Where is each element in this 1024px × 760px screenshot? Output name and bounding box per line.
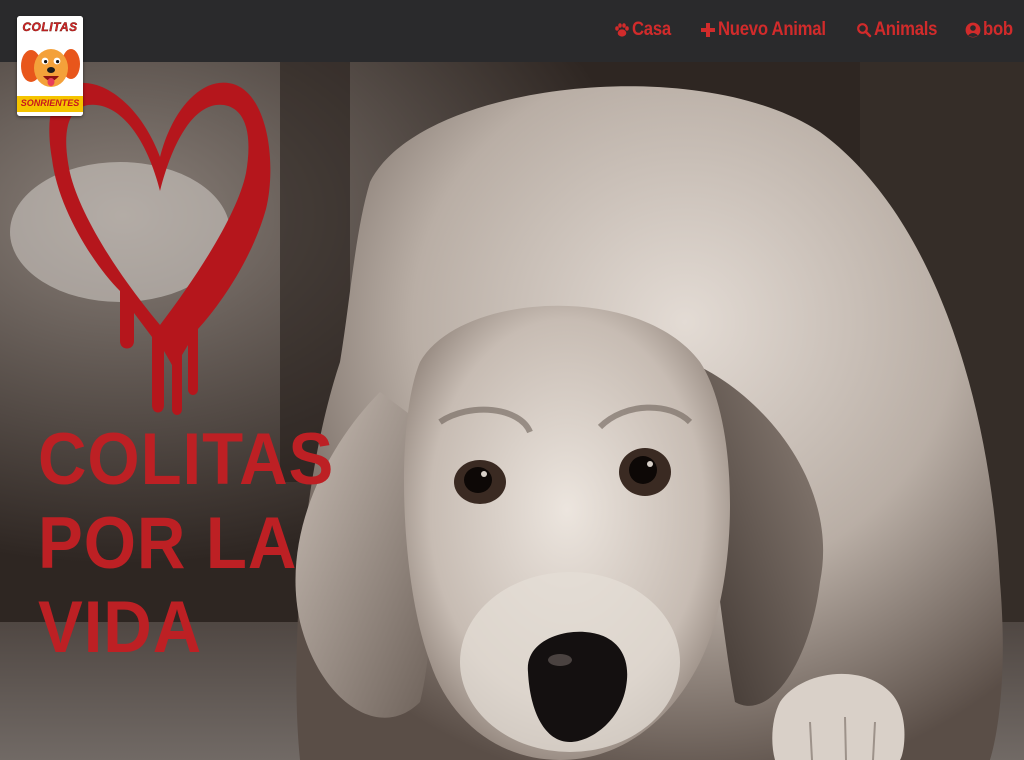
- nav-new-animal-link[interactable]: Nuevo Animal: [700, 19, 826, 41]
- nav-user-label: bob: [983, 19, 1013, 40]
- hero-banner: COLITAS POR LA VIDA: [0, 62, 1024, 760]
- bleeding-heart-icon: [49, 82, 271, 415]
- logo-subtitle: SONRIENTES: [17, 98, 83, 108]
- hero-title-line-2: POR LA: [38, 503, 298, 584]
- plus-icon: [700, 21, 716, 39]
- hero-title-line-1: COLITAS: [38, 419, 335, 500]
- search-icon: [856, 21, 872, 39]
- hero-title-line-3: VIDA: [38, 587, 203, 668]
- brand-logo[interactable]: COLITAS SONRIENTES: [17, 16, 83, 116]
- main-menu: Casa Nuevo Animal Animals bob: [584, 16, 1014, 44]
- nav-animals-link[interactable]: Animals: [856, 19, 938, 41]
- nav-animals-label: Animals: [874, 19, 938, 40]
- user-icon: [965, 21, 981, 39]
- nav-user-link[interactable]: bob: [965, 19, 1014, 41]
- paw-icon: [614, 21, 630, 39]
- nav-home-link[interactable]: Casa: [614, 19, 671, 41]
- top-navbar: COLITAS SONRIENTES Casa Nuevo Animal Ani…: [0, 0, 1024, 116]
- nav-new-animal-label: Nuevo Animal: [717, 19, 826, 40]
- hero-title: COLITAS POR LA VIDA: [38, 418, 424, 670]
- logo-title: COLITAS: [22, 20, 78, 34]
- nav-home-label: Casa: [631, 19, 671, 40]
